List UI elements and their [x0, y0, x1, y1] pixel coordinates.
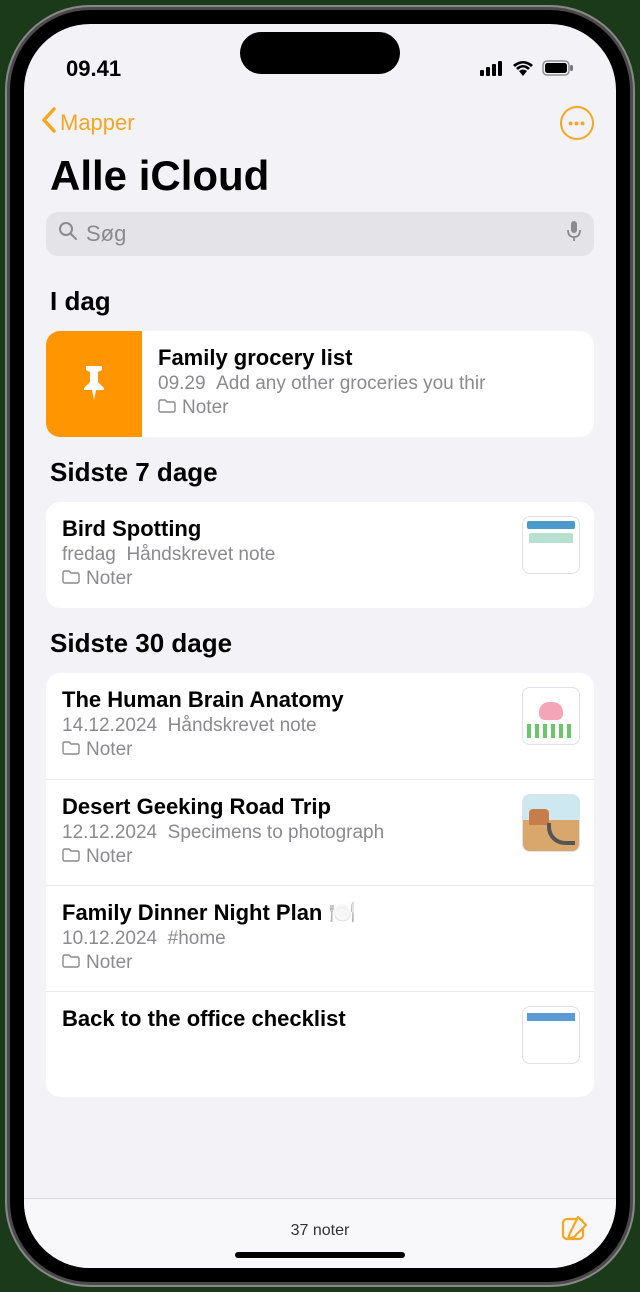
battery-icon: [542, 56, 574, 82]
note-folder: Noter: [62, 739, 506, 761]
note-thumbnail: [522, 794, 580, 852]
note-count: 37 noter: [291, 1222, 350, 1240]
wifi-icon: [512, 56, 534, 82]
more-button[interactable]: •••: [560, 106, 594, 140]
note-item-desert[interactable]: Desert Geeking Road Trip 12.12.2024 Spec…: [46, 779, 594, 885]
section-header-last7: Sidste 7 dage: [46, 437, 594, 502]
page-title: Alle iCloud: [24, 148, 616, 212]
chevron-left-icon: [40, 107, 58, 139]
cellular-icon: [480, 56, 504, 82]
notes-list[interactable]: I dag Family grocery list 09.29 Add any …: [24, 266, 616, 1198]
note-subtitle: 09.29 Add any other groceries you thir: [158, 373, 578, 395]
note-item-grocery[interactable]: Family grocery list 09.29 Add any other …: [46, 331, 594, 437]
folder-icon: [62, 568, 80, 590]
dictation-icon[interactable]: [566, 220, 582, 248]
note-item-dinner[interactable]: Family Dinner Night Plan 🍽️ 10.12.2024 #…: [46, 885, 594, 991]
pin-icon: [78, 362, 110, 407]
note-subtitle: 10.12.2024 #home: [62, 928, 578, 950]
nav-bar: Mapper •••: [24, 94, 616, 148]
status-time: 09.41: [66, 56, 121, 82]
note-folder: Noter: [62, 846, 506, 868]
note-title: Family grocery list: [158, 345, 578, 371]
note-item-office[interactable]: Back to the office checklist: [46, 991, 594, 1097]
note-subtitle: 12.12.2024 Specimens to photograph: [62, 822, 506, 844]
back-label: Mapper: [60, 110, 135, 136]
bottom-toolbar: 37 noter: [24, 1198, 616, 1268]
ellipsis-icon: •••: [568, 115, 586, 131]
note-thumbnail: [522, 1006, 580, 1064]
note-folder: Noter: [62, 952, 578, 974]
home-indicator[interactable]: [235, 1252, 405, 1258]
back-button[interactable]: Mapper: [40, 107, 135, 139]
phone-frame: 09.41 Mapper •••: [10, 10, 630, 1282]
note-title: Bird Spotting: [62, 516, 506, 542]
note-thumbnail: [522, 687, 580, 745]
dynamic-island: [240, 32, 400, 74]
note-thumbnail: [522, 516, 580, 574]
note-folder: Noter: [158, 397, 578, 419]
note-subtitle: 14.12.2024 Håndskrevet note: [62, 715, 506, 737]
folder-icon: [158, 397, 176, 419]
folder-icon: [62, 846, 80, 868]
note-title: Family Dinner Night Plan 🍽️: [62, 900, 578, 926]
section-header-last30: Sidste 30 dage: [46, 608, 594, 673]
note-title: Desert Geeking Road Trip: [62, 794, 506, 820]
folder-icon: [62, 952, 80, 974]
search-icon: [58, 221, 78, 247]
note-item-brain[interactable]: The Human Brain Anatomy 14.12.2024 Hånds…: [46, 673, 594, 779]
note-subtitle: fredag Håndskrevet note: [62, 544, 506, 566]
note-title: Back to the office checklist: [62, 1006, 506, 1032]
search-input[interactable]: Søg: [46, 212, 594, 256]
note-folder: Noter: [62, 568, 506, 590]
note-title: The Human Brain Anatomy: [62, 687, 506, 713]
folder-icon: [62, 739, 80, 761]
screen: 09.41 Mapper •••: [24, 24, 616, 1268]
compose-button[interactable]: [560, 1213, 590, 1248]
section-header-today: I dag: [46, 266, 594, 331]
note-item-bird[interactable]: Bird Spotting fredag Håndskrevet note No…: [46, 502, 594, 608]
search-placeholder: Søg: [86, 221, 558, 247]
pin-indicator: [46, 331, 142, 437]
